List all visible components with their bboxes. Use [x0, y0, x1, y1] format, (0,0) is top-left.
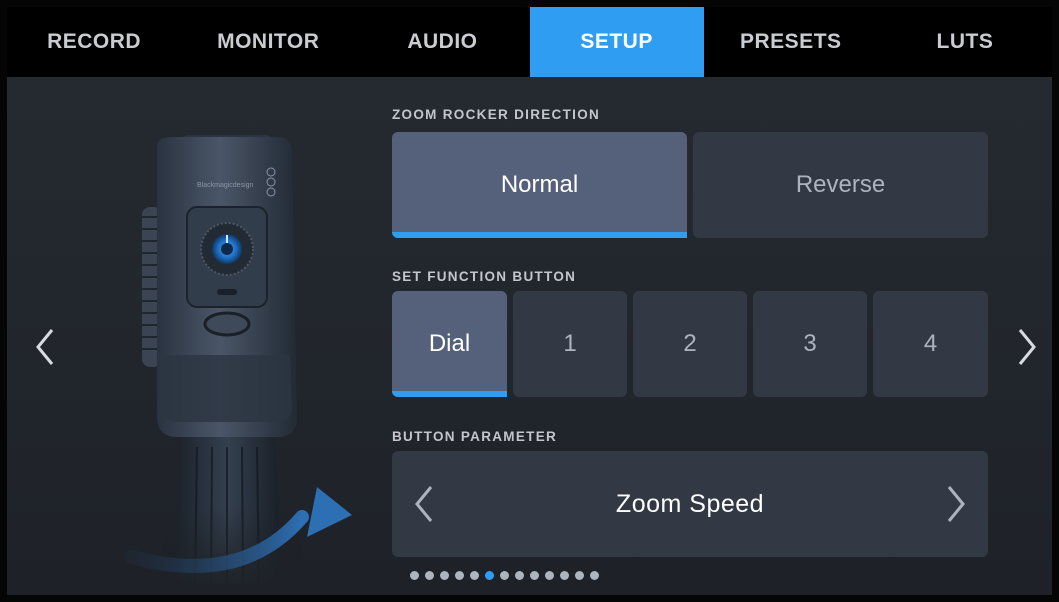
function-4-button[interactable]: 4: [873, 291, 988, 397]
zoom-normal-button[interactable]: Normal: [392, 132, 687, 238]
next-page-button[interactable]: [1007, 317, 1047, 377]
page-dot[interactable]: [470, 571, 479, 580]
page-dot[interactable]: [545, 571, 554, 580]
page-dot[interactable]: [455, 571, 464, 580]
chevron-right-icon: [947, 486, 965, 522]
param-prev-button[interactable]: [404, 474, 444, 534]
tab-record[interactable]: RECORD: [7, 7, 181, 77]
tab-presets[interactable]: PRESETS: [704, 7, 878, 77]
camera-handle-illustration: Blackmagicdesign: [125, 135, 352, 587]
setup-content: Blackmagicdesign ZOOM ROCKER DIRECTION N…: [7, 77, 1052, 595]
tab-luts[interactable]: LUTS: [878, 7, 1052, 77]
page-dot[interactable]: [440, 571, 449, 580]
function-3-button[interactable]: 3: [753, 291, 867, 397]
tab-audio[interactable]: AUDIO: [355, 7, 529, 77]
page-dot[interactable]: [590, 571, 599, 580]
zoom-reverse-button[interactable]: Reverse: [693, 132, 988, 238]
button-parameter-value: Zoom Speed: [615, 489, 765, 518]
chevron-left-icon: [415, 486, 433, 522]
function-button-label: SET FUNCTION BUTTON: [392, 269, 577, 284]
function-dial-button[interactable]: Dial: [392, 291, 507, 397]
svg-text:Blackmagicdesign: Blackmagicdesign: [197, 182, 254, 189]
prev-page-button[interactable]: [25, 317, 65, 377]
page-dot[interactable]: [515, 571, 524, 580]
camera-setup-screen: RECORD MONITOR AUDIO SETUP PRESETS LUTS: [7, 7, 1052, 595]
page-dot[interactable]: [560, 571, 569, 580]
tab-setup[interactable]: SETUP: [529, 7, 704, 77]
tab-monitor[interactable]: MONITOR: [181, 7, 355, 77]
button-parameter-label: BUTTON PARAMETER: [392, 429, 558, 444]
page-indicator: [410, 571, 599, 580]
page-dot[interactable]: [410, 571, 419, 580]
tab-bar: RECORD MONITOR AUDIO SETUP PRESETS LUTS: [7, 7, 1052, 77]
function-1-button[interactable]: 1: [513, 291, 627, 397]
chevron-left-icon: [36, 329, 54, 365]
page-dot[interactable]: [575, 571, 584, 580]
page-dot[interactable]: [530, 571, 539, 580]
function-2-button[interactable]: 2: [633, 291, 747, 397]
param-next-button[interactable]: [936, 474, 976, 534]
button-parameter-selector: Zoom Speed: [392, 451, 988, 557]
page-dot[interactable]: [485, 571, 494, 580]
chevron-right-icon: [1018, 329, 1036, 365]
zoom-rocker-label: ZOOM ROCKER DIRECTION: [392, 107, 601, 122]
page-dot[interactable]: [500, 571, 509, 580]
page-dot[interactable]: [425, 571, 434, 580]
